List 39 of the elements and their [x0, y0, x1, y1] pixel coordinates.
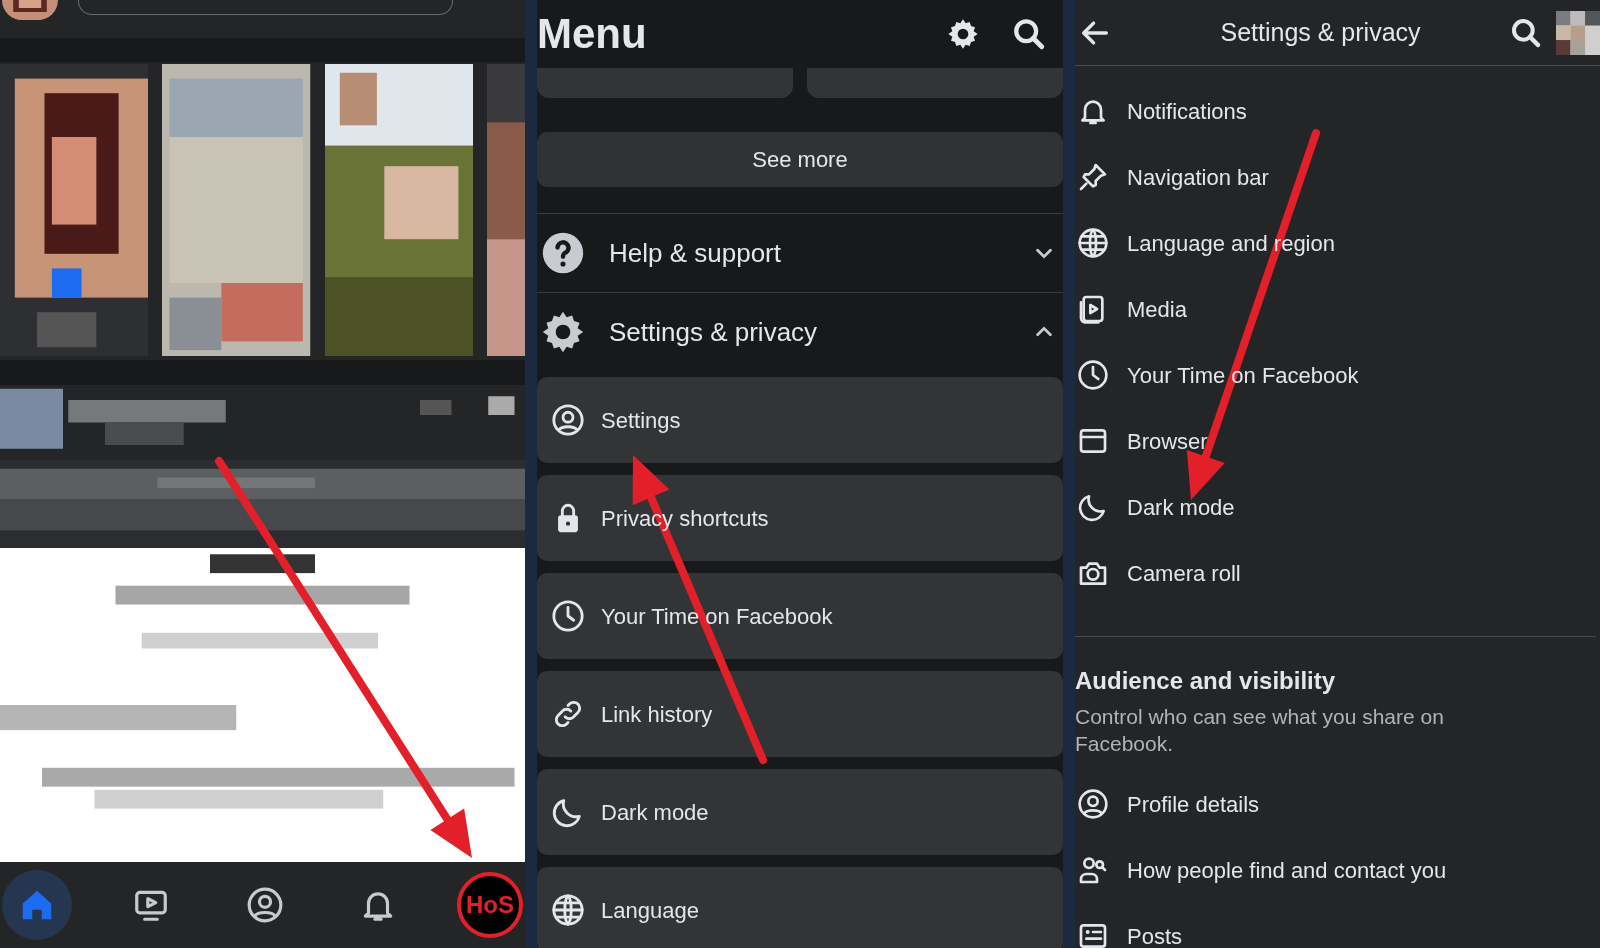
globe-icon: [551, 893, 585, 927]
globe-icon: [1077, 227, 1109, 259]
section-header[interactable]: Settings & privacy: [537, 293, 1063, 371]
list-row[interactable]: Profile details: [1075, 771, 1600, 837]
see-more-button[interactable]: See more: [537, 132, 1063, 187]
list-row[interactable]: Dark mode: [1075, 474, 1600, 540]
shortcut-tile[interactable]: [807, 68, 1063, 98]
list-row[interactable]: Notifications: [1075, 78, 1600, 144]
clock-icon: [551, 599, 585, 633]
clock-icon: [1077, 359, 1109, 391]
list-row[interactable]: Posts: [1075, 903, 1600, 948]
profile-icon: [1077, 788, 1109, 820]
profile-icon: [245, 886, 284, 924]
search-icon: [1510, 16, 1542, 49]
menu-title: Menu: [537, 13, 647, 55]
profile-icon: [551, 403, 585, 437]
list-row[interactable]: Camera roll: [1075, 540, 1600, 606]
menu-item[interactable]: Link history: [537, 671, 1063, 757]
people-icon: [1077, 854, 1109, 886]
list-row[interactable]: Navigation bar: [1075, 144, 1600, 210]
help-icon: [541, 231, 585, 275]
search-field[interactable]: [78, 0, 453, 15]
page-title: Settings & privacy: [1219, 16, 1422, 48]
section-header[interactable]: Help & support: [537, 214, 1063, 292]
list-row[interactable]: Browser: [1075, 408, 1600, 474]
pin-icon: [1077, 161, 1109, 193]
profile-avatar-button[interactable]: HoS: [457, 872, 523, 938]
list-row[interactable]: How people find and contact you: [1075, 837, 1600, 903]
menu-item[interactable]: Dark mode: [537, 769, 1063, 855]
list-row[interactable]: Media: [1075, 276, 1600, 342]
shortcut-tile[interactable]: [537, 68, 793, 98]
menu-item[interactable]: Language: [537, 867, 1063, 948]
gear-icon: [541, 310, 585, 354]
section-description: Control who can see what you share on Facebook.: [1075, 704, 1445, 757]
menu-item[interactable]: Your Time on Facebook: [537, 573, 1063, 659]
section-heading: Audience and visibility: [1075, 666, 1337, 696]
search-icon: [1012, 17, 1046, 51]
menu-item[interactable]: Settings: [537, 377, 1063, 463]
gear-icon: [947, 18, 979, 50]
